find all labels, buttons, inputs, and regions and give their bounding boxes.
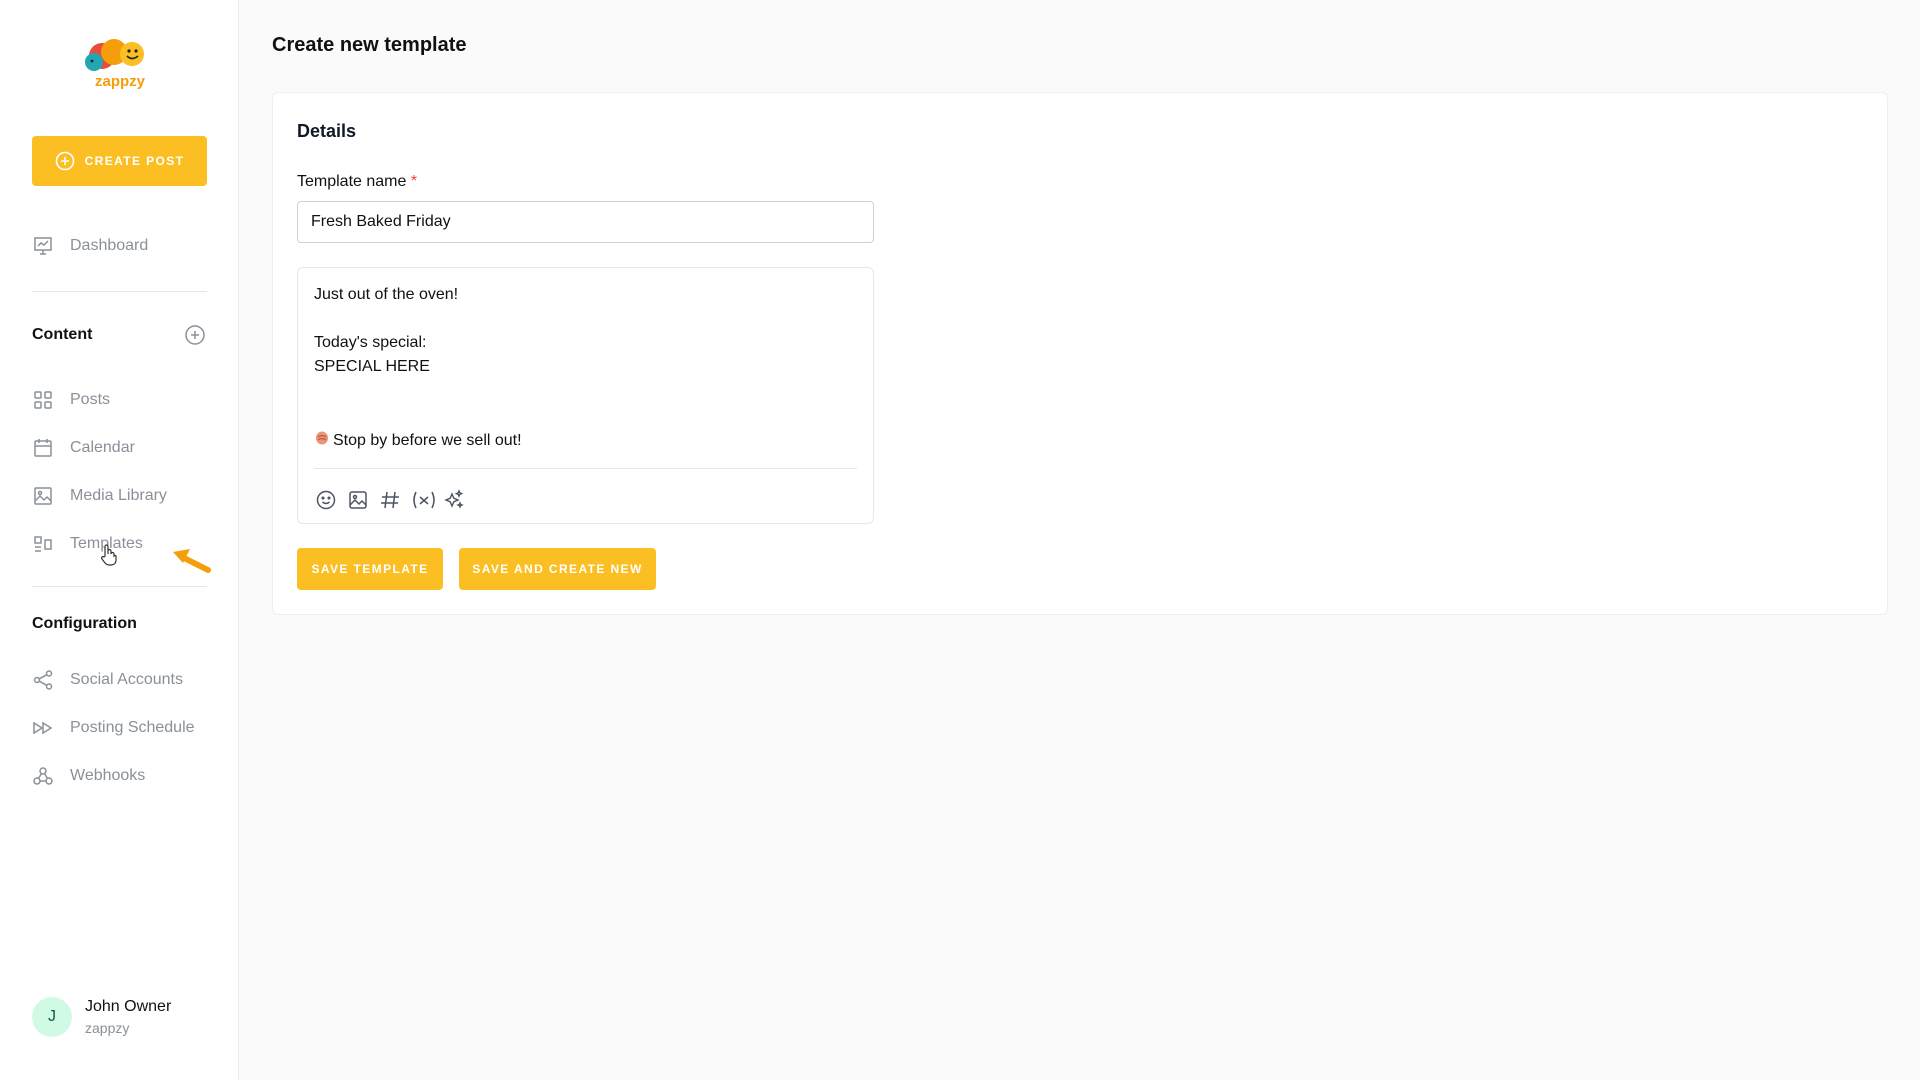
fast-forward-icon: [32, 717, 54, 739]
required-mark: *: [410, 173, 418, 190]
insert-image-icon[interactable]: [346, 488, 370, 512]
divider: [32, 291, 207, 292]
card-title: Details: [297, 121, 357, 141]
sidebar-item-label: Media Library: [70, 487, 167, 504]
avatar: J: [32, 997, 72, 1037]
grid-icon: [32, 389, 54, 411]
sidebar: zappzy CREATE POST Dashboard Content Pos…: [0, 0, 239, 1080]
user-name: John Owner: [85, 998, 172, 1015]
emoji-icon[interactable]: [314, 488, 338, 512]
divider: [32, 586, 207, 587]
save-template-button[interactable]: SAVE TEMPLATE: [297, 548, 443, 590]
hand-cursor-icon: [100, 543, 118, 567]
editor-divider: [314, 468, 857, 469]
sidebar-item-label: Webhooks: [70, 767, 146, 784]
user-profile[interactable]: J John Owner zappzy: [32, 997, 171, 1037]
sidebar-item-label: Social Accounts: [70, 671, 183, 688]
template-name-input[interactable]: [297, 201, 874, 243]
variable-icon[interactable]: [410, 488, 438, 512]
share-icon: [32, 669, 54, 691]
bread-emoji-icon: [314, 430, 330, 451]
user-org: zappzy: [85, 1020, 130, 1036]
plus-circle-icon: [55, 151, 75, 171]
details-card: Details Template name * Just out of the …: [272, 92, 1888, 615]
add-content-icon[interactable]: [184, 324, 206, 346]
editor-line: SPECIAL HERE: [314, 358, 430, 375]
sidebar-item-label: Calendar: [70, 439, 135, 456]
sidebar-item-webhooks[interactable]: Webhooks: [32, 761, 207, 791]
pointer-arrow-icon: [170, 546, 212, 576]
template-name-label: Template name *: [297, 173, 417, 191]
page-title: Create new template: [272, 34, 467, 56]
sidebar-item-social-accounts[interactable]: Social Accounts: [32, 665, 207, 695]
sidebar-item-media-library[interactable]: Media Library: [32, 481, 207, 511]
sidebar-item-posts[interactable]: Posts: [32, 385, 207, 415]
logo-wordmark: zappzy: [95, 73, 146, 90]
sidebar-item-posting-schedule[interactable]: Posting Schedule: [32, 713, 207, 743]
editor-line-text: Stop by before we sell out!: [333, 431, 522, 449]
section-title-configuration: Configuration: [32, 615, 137, 632]
template-name-label-text: Template name: [297, 173, 407, 190]
sidebar-item-dashboard[interactable]: Dashboard: [32, 231, 207, 261]
sidebar-item-label: Posting Schedule: [70, 719, 195, 736]
webhook-icon: [32, 765, 54, 787]
template-body-editor[interactable]: Just out of the oven! Today's special: S…: [297, 267, 874, 524]
sidebar-item-label: Dashboard: [70, 237, 149, 254]
calendar-icon: [32, 437, 54, 459]
image-icon: [32, 485, 54, 507]
zappzy-logo[interactable]: zappzy: [82, 36, 156, 90]
create-post-label: CREATE POST: [84, 154, 185, 168]
editor-line: Today's special:: [314, 334, 427, 351]
ai-sparkle-icon[interactable]: [442, 488, 466, 512]
templates-icon: [32, 533, 54, 555]
editor-line: Just out of the oven!: [314, 286, 459, 303]
editor-line-with-emoji: Stop by before we sell out!: [314, 430, 522, 451]
save-and-create-new-button[interactable]: SAVE AND CREATE NEW: [459, 548, 656, 590]
hashtag-icon[interactable]: [378, 488, 402, 512]
presentation-chart-icon: [32, 235, 54, 257]
sidebar-item-label: Posts: [70, 391, 111, 408]
section-title-content: Content: [32, 326, 93, 343]
sidebar-item-calendar[interactable]: Calendar: [32, 433, 207, 463]
create-post-button[interactable]: CREATE POST: [32, 136, 207, 186]
